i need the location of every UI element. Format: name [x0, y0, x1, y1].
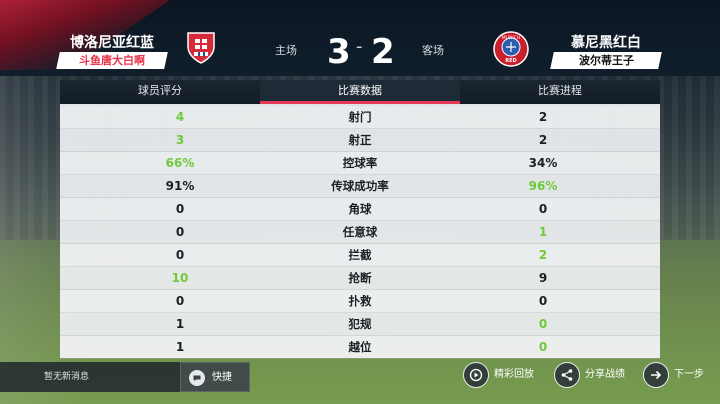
stat-row: 10 抢断 9 [60, 267, 660, 290]
stats-table: 4 射门 2 3 射正 2 66% 控球率 34% 91% 传球成功率 96% 0 角球 0 0 任意球 1 0 拦截… [60, 106, 660, 359]
next-step-label: 下一步 [674, 369, 704, 380]
score-separator: - [356, 36, 363, 57]
tab-match-data[interactable]: 比赛数据 [260, 80, 460, 104]
stat-away-value: 2 [538, 110, 548, 124]
stat-away-value: 0 [538, 340, 548, 354]
stat-row: 0 任意球 1 [60, 221, 660, 244]
stat-row: 4 射门 2 [60, 106, 660, 129]
away-player-name: 波尔蒂王子 [578, 54, 634, 67]
away-player-name-badge: 波尔蒂王子 [550, 52, 662, 69]
stat-label: 越位 [348, 340, 372, 354]
stat-away-value: 34% [528, 156, 558, 170]
share-icon [554, 362, 580, 388]
stat-home-value: 0 [175, 225, 185, 239]
stat-away-value: 1 [538, 225, 548, 239]
stat-home-value: 10 [171, 271, 189, 285]
stat-label: 射正 [348, 133, 372, 147]
stat-row: 3 射正 2 [60, 129, 660, 152]
stat-label: 传球成功率 [331, 179, 389, 193]
home-player-name: 斗鱼唐大白啊 [79, 54, 145, 67]
away-team-name: 慕尼黑红白 [571, 35, 641, 51]
tab-player-ratings[interactable]: 球员评分 [60, 80, 260, 104]
stat-label: 射门 [348, 110, 372, 124]
stat-away-value: 9 [538, 271, 548, 285]
home-team-name: 博洛尼亚红蓝 [70, 35, 154, 51]
stat-label: 抢断 [348, 271, 372, 285]
home-player-name-badge: 斗鱼唐大白啊 [56, 52, 168, 69]
stat-away-value: 0 [538, 294, 548, 308]
stat-home-value: 91% [165, 179, 195, 193]
stat-home-value: 1 [175, 317, 185, 331]
stat-row: 0 拦截 2 [60, 244, 660, 267]
home-side-label: 主场 [275, 44, 297, 57]
stat-away-value: 0 [538, 202, 548, 216]
arrow-right-icon [643, 362, 669, 388]
stat-row: 0 角球 0 [60, 198, 660, 221]
quick-chat-label: 快捷 [212, 372, 232, 383]
scoreboard-header: 博洛尼亚红蓝 斗鱼唐大白啊 主场 3 - 2 客场 MUNICH RED 慕尼黑… [0, 0, 720, 76]
away-score: 2 [371, 32, 395, 72]
chat-bubble-icon [189, 370, 205, 386]
highlights-label: 精彩回放 [494, 369, 534, 380]
share-results-label: 分享战绩 [585, 369, 625, 380]
stat-label: 扑救 [348, 294, 372, 308]
stat-row: 0 扑救 0 [60, 290, 660, 313]
stat-home-value: 66% [165, 156, 195, 170]
stat-label: 拦截 [348, 248, 372, 262]
quick-chat-button[interactable]: 快捷 [180, 362, 250, 392]
stat-label: 任意球 [342, 225, 378, 239]
message-text: 暂无新消息 [44, 372, 90, 382]
stat-label: 犯规 [348, 317, 372, 331]
stat-label: 控球率 [342, 156, 378, 170]
away-crest-text: MUNICH [502, 35, 520, 41]
stats-tabs: 球员评分 比赛数据 比赛进程 [60, 80, 660, 104]
stat-row: 1 犯规 0 [60, 313, 660, 336]
away-team-crest-icon: MUNICH RED [493, 31, 529, 67]
stat-home-value: 0 [175, 202, 185, 216]
tab-match-progress[interactable]: 比赛进程 [460, 80, 660, 104]
stat-row: 91% 传球成功率 96% [60, 175, 660, 198]
home-team-crest-icon [186, 31, 216, 65]
stat-row: 66% 控球率 34% [60, 152, 660, 175]
stat-home-value: 0 [175, 248, 185, 262]
stat-home-value: 3 [175, 133, 185, 147]
stat-away-value: 2 [538, 248, 548, 262]
stat-home-value: 1 [175, 340, 185, 354]
stat-away-value: 96% [528, 179, 558, 193]
message-bar[interactable]: 暂无新消息 [0, 362, 180, 392]
stat-home-value: 4 [175, 110, 185, 124]
away-side-label: 客场 [422, 44, 444, 57]
stat-row: 1 越位 0 [60, 336, 660, 359]
home-score: 3 [327, 32, 351, 72]
away-crest-sub: RED [505, 58, 516, 64]
stat-home-value: 0 [175, 294, 185, 308]
stat-label: 角球 [348, 202, 372, 216]
stat-away-value: 2 [538, 133, 548, 147]
replay-icon [463, 362, 489, 388]
stat-away-value: 0 [538, 317, 548, 331]
